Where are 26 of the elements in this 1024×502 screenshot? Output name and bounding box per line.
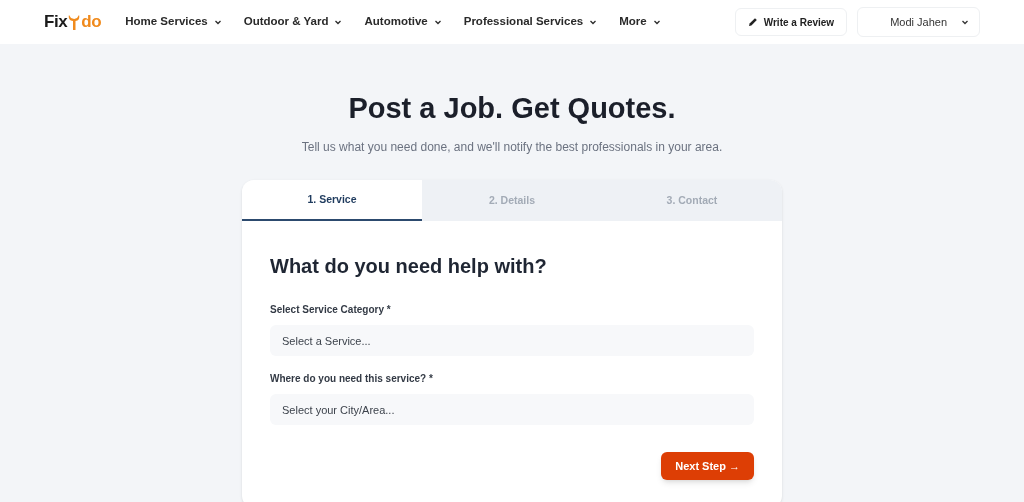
next-step-button[interactable]: Next Step → — [661, 452, 754, 480]
nav-menu[interactable]: Outdoor & Yard — [243, 13, 343, 31]
page-subtitle: Tell us what you need done, and we'll notify the best professionals in your area. — [301, 139, 723, 156]
chevron-down-icon — [652, 18, 661, 26]
wrench-icon — [67, 13, 82, 31]
chevron-down-icon — [433, 18, 442, 26]
nav-menu[interactable]: Home Services — [125, 13, 222, 31]
chevron-down-icon — [213, 18, 222, 26]
chevron-down-icon — [961, 18, 969, 26]
select-field[interactable]: Select your City/Area... — [270, 394, 754, 425]
logo-text: do — [81, 11, 102, 34]
chevron-down-icon — [589, 18, 598, 26]
select-field[interactable]: Select a Service... — [270, 325, 754, 356]
write-review-button[interactable]: Write a Review — [734, 8, 848, 36]
logo-text: Fix — [44, 11, 68, 34]
field-label: Where do you need this service? * — [270, 372, 434, 386]
pencil-icon — [747, 17, 758, 27]
field-label: Select Service Category * — [270, 303, 392, 317]
user-menu[interactable]: Modi Jahen — [857, 7, 980, 37]
nav-menu[interactable]: Professional Services — [463, 13, 598, 31]
nav-menu[interactable]: More — [619, 13, 661, 31]
form-heading: What do you need help with? — [270, 254, 548, 279]
page-title: Post a Job. Get Quotes. — [348, 91, 676, 126]
step-tab[interactable]: 1. Service — [242, 180, 422, 221]
chevron-down-icon — [334, 18, 343, 26]
nav-menu[interactable]: Automotive — [364, 13, 442, 31]
